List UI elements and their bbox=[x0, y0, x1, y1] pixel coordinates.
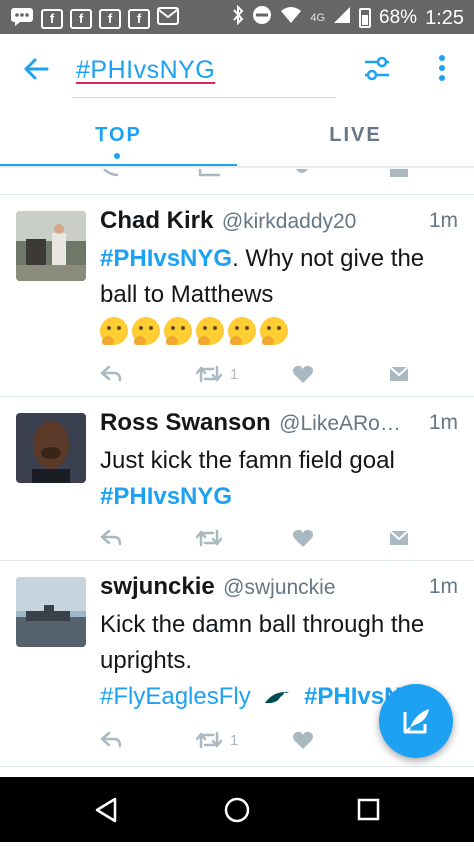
tweet-item[interactable]: Ross Swanson @LikeARo… 1m Just kick the … bbox=[0, 397, 474, 561]
like-button[interactable] bbox=[292, 361, 314, 387]
eagle-emoji-icon bbox=[265, 691, 290, 703]
tweet-header: Ross Swanson @LikeARo… 1m bbox=[100, 409, 460, 439]
more-options-icon[interactable] bbox=[432, 52, 452, 86]
retweet-count: 1 bbox=[230, 731, 239, 749]
reply-icon bbox=[100, 529, 122, 546]
tab-live[interactable]: LIVE bbox=[237, 104, 474, 170]
tweet-time: 1m bbox=[428, 209, 458, 232]
retweet-button[interactable]: 1 bbox=[196, 727, 238, 753]
do-not-disturb-icon bbox=[252, 5, 272, 31]
thinking-face-icon bbox=[196, 317, 224, 345]
gmail-icon bbox=[157, 7, 179, 30]
retweet-icon bbox=[198, 169, 220, 177]
tweet-text-content: Kick the damn ball through the uprights. bbox=[100, 611, 425, 674]
retweet-icon bbox=[196, 731, 222, 749]
compose-icon bbox=[403, 709, 429, 734]
search-app-bar: #PHIvsNYG bbox=[0, 34, 474, 104]
author-handle[interactable]: @swjunckie bbox=[223, 576, 335, 599]
tweet-text: Just kick the famn field goal #PHIvsNYG bbox=[100, 443, 462, 515]
tweet-item[interactable]: Chad Kirk @kirkdaddy20 1m #PHIvsNYG. Why… bbox=[0, 195, 474, 397]
search-tabs: TOP LIVE bbox=[0, 104, 474, 170]
tab-live-label: LIVE bbox=[329, 124, 382, 146]
search-field[interactable]: #PHIvsNYG bbox=[72, 48, 336, 98]
tweet-actions: 1 bbox=[100, 361, 414, 387]
author-name[interactable]: Chad Kirk bbox=[100, 207, 213, 234]
back-arrow-icon[interactable] bbox=[22, 54, 52, 84]
avatar[interactable] bbox=[16, 211, 86, 281]
hashtag-link[interactable]: #PHIvsNYG bbox=[100, 245, 232, 272]
reply-icon bbox=[100, 731, 122, 748]
thinking-face-icon bbox=[100, 317, 128, 345]
author-handle[interactable]: @kirkdaddy20 bbox=[222, 210, 357, 233]
thinking-face-icon bbox=[260, 317, 288, 345]
author-name[interactable]: Ross Swanson bbox=[100, 409, 271, 436]
status-bar: f f f f 4G 68% 1:25 bbox=[0, 0, 474, 34]
reply-button[interactable] bbox=[100, 727, 122, 753]
messages-icon bbox=[10, 6, 34, 31]
clock: 1:25 bbox=[425, 6, 464, 29]
reply-icon bbox=[100, 365, 122, 382]
tweet-header: Chad Kirk @kirkdaddy20 1m bbox=[100, 207, 460, 237]
previous-tweet-actions bbox=[0, 169, 474, 195]
reply-button[interactable] bbox=[100, 525, 122, 551]
avatar[interactable] bbox=[16, 413, 86, 483]
like-button[interactable] bbox=[292, 525, 314, 551]
battery-icon bbox=[359, 8, 372, 28]
reply-button[interactable] bbox=[100, 361, 122, 387]
facebook-icon: f bbox=[70, 8, 92, 29]
compose-tweet-button[interactable] bbox=[379, 684, 453, 758]
reply-icon bbox=[103, 169, 119, 177]
facebook-icon: f bbox=[99, 8, 121, 29]
thinking-face-icon bbox=[164, 317, 192, 345]
author-name[interactable]: swjunckie bbox=[100, 573, 215, 600]
dm-icon bbox=[390, 169, 408, 177]
facebook-icon: f bbox=[128, 8, 150, 29]
signal-icon bbox=[333, 6, 351, 30]
envelope-icon bbox=[389, 366, 409, 381]
thinking-face-icon bbox=[228, 317, 256, 345]
tab-top[interactable]: TOP bbox=[0, 104, 237, 170]
heart-icon bbox=[293, 365, 313, 383]
like-icon bbox=[296, 169, 308, 173]
new-content-dot bbox=[114, 153, 120, 159]
network-type: 4G bbox=[310, 12, 326, 24]
retweet-count: 1 bbox=[230, 365, 239, 383]
envelope-icon bbox=[389, 530, 409, 545]
tweet-time: 1m bbox=[428, 575, 458, 598]
hashtag-link[interactable]: #PHIvsNYG bbox=[100, 483, 232, 510]
retweet-button[interactable]: 1 bbox=[196, 361, 238, 387]
search-query-text[interactable]: #PHIvsNYG bbox=[76, 56, 215, 85]
home-nav-icon bbox=[224, 797, 250, 823]
bluetooth-icon bbox=[232, 4, 244, 31]
battery-percent: 68% bbox=[379, 7, 418, 28]
tweet-actions bbox=[100, 525, 414, 551]
retweet-icon bbox=[196, 365, 222, 383]
thinking-face-icon bbox=[132, 317, 160, 345]
heart-icon bbox=[293, 529, 313, 547]
recents-nav-icon bbox=[357, 798, 380, 821]
tweet-header: swjunckie @swjunckie 1m bbox=[100, 573, 460, 603]
author-handle[interactable]: @LikeARo… bbox=[279, 412, 401, 435]
system-icons: 4G 68% 1:25 bbox=[232, 4, 464, 31]
notification-icons: f f f f bbox=[10, 6, 179, 31]
heart-icon bbox=[293, 731, 313, 749]
system-navigation-bar bbox=[0, 777, 474, 842]
tweet-text-content: Just kick the famn field goal bbox=[100, 447, 395, 474]
retweet-button[interactable] bbox=[196, 525, 222, 551]
facebook-icon: f bbox=[41, 8, 63, 29]
wifi-icon bbox=[280, 6, 302, 30]
avatar[interactable] bbox=[16, 577, 86, 647]
hashtag-link[interactable]: #FlyEaglesFly bbox=[100, 683, 251, 710]
direct-message-button[interactable] bbox=[388, 525, 410, 551]
direct-message-button[interactable] bbox=[388, 361, 410, 387]
emoji-row bbox=[100, 317, 462, 345]
filter-settings-icon[interactable] bbox=[362, 54, 392, 84]
tweet-time: 1m bbox=[428, 411, 458, 434]
tweet-actions: 1 bbox=[100, 727, 414, 753]
retweet-icon bbox=[196, 529, 222, 547]
tweet-text: #PHIvsNYG. Why not give the ball to Matt… bbox=[100, 241, 462, 345]
tab-top-label: TOP bbox=[95, 124, 142, 146]
back-nav-icon bbox=[95, 797, 117, 823]
like-button[interactable] bbox=[292, 727, 314, 753]
